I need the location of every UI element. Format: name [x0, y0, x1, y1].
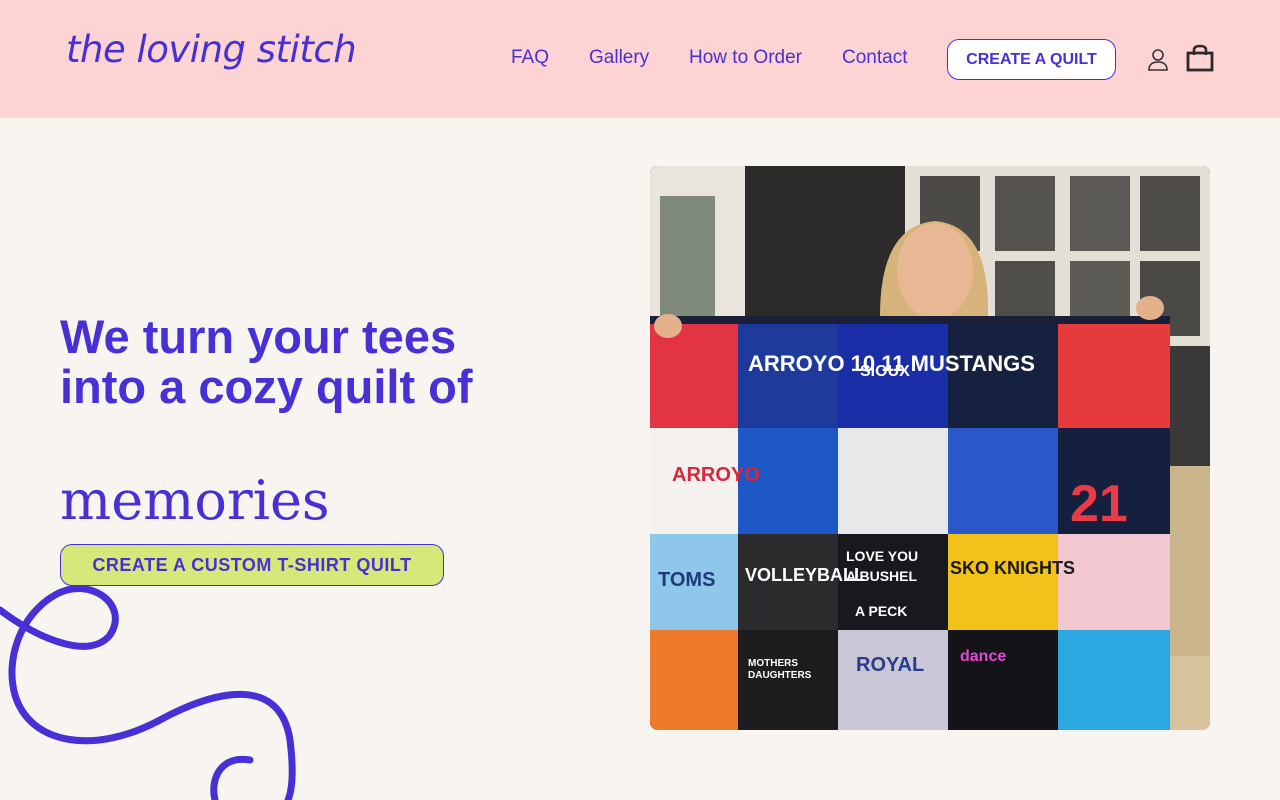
hero-headline-script: memories [60, 469, 330, 532]
hero-headline: We turn your tees into a cozy quilt of [60, 310, 473, 413]
svg-text:ROYAL: ROYAL [856, 654, 924, 676]
nav-link-contact[interactable]: Contact [842, 47, 907, 69]
svg-text:ARROYO: ARROYO [672, 464, 760, 486]
svg-text:LOVE YOU: LOVE YOU [846, 548, 918, 564]
nav-link-gallery[interactable]: Gallery [589, 47, 649, 69]
account-icon[interactable] [1147, 48, 1169, 77]
svg-text:21: 21 [1070, 475, 1128, 533]
site-logo[interactable]: the loving stitch [66, 28, 357, 71]
svg-text:A BUSHEL: A BUSHEL [846, 568, 917, 584]
thread-squiggle-decoration [0, 585, 296, 800]
site-header: the loving stitch FAQ Gallery How to Ord… [0, 0, 1280, 118]
svg-text:SIOUX: SIOUX [860, 363, 910, 380]
svg-text:MOTHERS: MOTHERS [748, 658, 798, 669]
hero-quilt-photo: ARROYO 10 11 MUSTANGS SIOUX ARROYO 21 TO… [650, 166, 1210, 730]
svg-text:A PECK: A PECK [855, 603, 907, 619]
svg-text:dance: dance [960, 648, 1006, 665]
nav-link-how-to-order[interactable]: How to Order [689, 47, 802, 69]
svg-text:SKO KNIGHTS: SKO KNIGHTS [950, 558, 1075, 578]
nav-link-faq[interactable]: FAQ [511, 47, 549, 69]
cart-icon[interactable] [1186, 44, 1214, 77]
svg-text:TOMS: TOMS [658, 569, 715, 591]
svg-text:DAUGHTERS: DAUGHTERS [748, 670, 812, 681]
create-quilt-button[interactable]: CREATE A QUILT [947, 39, 1116, 80]
